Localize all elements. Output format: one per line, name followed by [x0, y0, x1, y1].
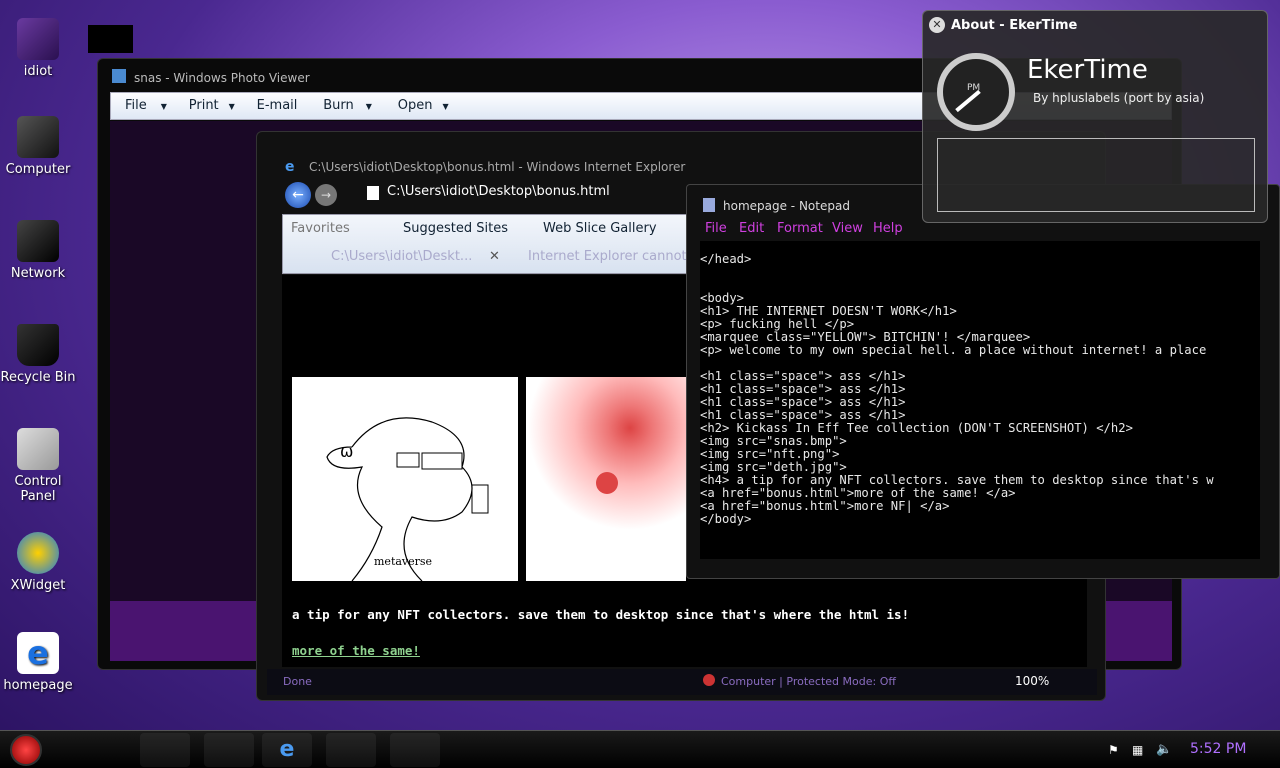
user-folder-icon: [17, 18, 59, 60]
desktop-icon-label: XWidget: [10, 578, 66, 593]
info-box: [937, 138, 1255, 212]
desktop-icon-label: Network: [10, 266, 66, 281]
notepad-icon: [703, 198, 715, 212]
tab-current[interactable]: C:\Users\idiot\Deskt...: [331, 249, 501, 264]
suggested-sites[interactable]: Suggested Sites: [403, 221, 508, 236]
notepad-line: <a href="bonus.html">more NF| </a>: [700, 499, 950, 513]
notepad-window: homepage - Notepad File Edit Format View…: [686, 184, 1280, 579]
network-icon: [17, 220, 59, 262]
desktop-icon-control-panel[interactable]: Control Panel: [0, 428, 76, 504]
menu-print[interactable]: Print: [189, 98, 219, 113]
menu-edit[interactable]: Edit: [739, 221, 764, 236]
network-tray-icon[interactable]: ▦: [1132, 743, 1143, 757]
clock-icon: PM: [937, 53, 1015, 131]
notepad-line: </body>: [700, 512, 752, 526]
address-bar[interactable]: C:\Users\idiot\Desktop\bonus.html: [387, 184, 610, 199]
desktop-icon-label: Computer: [5, 162, 71, 177]
volume-icon[interactable]: 🔈: [1156, 742, 1172, 757]
desktop-icon-computer[interactable]: Computer: [0, 116, 76, 177]
flag-icon[interactable]: ⚑: [1108, 743, 1119, 757]
ekertime-about-window: ✕ About - EkerTime PM EkerTime By hplusl…: [922, 10, 1268, 223]
menu-burn[interactable]: Burn: [323, 98, 354, 113]
page-text: a tip for any NFT collectors. save them …: [292, 607, 910, 622]
snas-image: ω metaverse: [292, 377, 518, 581]
window-title: About - EkerTime: [951, 18, 1078, 33]
status-text: Done: [283, 675, 312, 688]
desktop-icon-network[interactable]: Network: [0, 220, 76, 281]
desktop-icon-label: Control Panel: [14, 474, 62, 504]
app-name: EkerTime: [1027, 55, 1148, 85]
more-link[interactable]: more of the same!: [292, 643, 420, 658]
tab-close-icon[interactable]: ✕: [489, 249, 500, 264]
taskbar-xwidget-button[interactable]: [326, 733, 376, 767]
taskbar-clock[interactable]: 5:52 PM: [1190, 741, 1246, 757]
window-title: homepage - Notepad: [723, 199, 850, 213]
nft-image: [526, 377, 686, 581]
security-zone[interactable]: Computer | Protected Mode: Off: [721, 675, 896, 688]
svg-text:ω: ω: [340, 442, 353, 461]
notepad-line: <p> welcome to my own special hell. a pl…: [700, 343, 1207, 357]
desktop-icon-homepage[interactable]: e homepage: [0, 632, 76, 693]
desktop-black-icon[interactable]: [88, 25, 133, 53]
page-icon: [367, 186, 379, 200]
forward-button[interactable]: →: [315, 184, 337, 206]
computer-icon: [17, 116, 59, 158]
desktop-icon-label: Recycle Bin: [0, 370, 76, 385]
window-title: snas - Windows Photo Viewer: [134, 71, 310, 85]
taskbar-ie-button[interactable]: e: [262, 733, 312, 767]
taskbar-folder-button[interactable]: [140, 733, 190, 767]
favorites-button[interactable]: Favorites: [291, 221, 350, 236]
photo-viewer-icon: [112, 69, 126, 83]
web-slice-gallery[interactable]: Web Slice Gallery: [543, 221, 657, 236]
menu-email[interactable]: E-mail: [257, 98, 298, 113]
notepad-line: [700, 266, 1260, 279]
desktop-icon-recycle-bin[interactable]: Recycle Bin: [0, 324, 76, 385]
notepad-line: [700, 279, 1260, 292]
zoom-level[interactable]: 100%: [1015, 674, 1049, 688]
desktop-icon-label: idiot: [23, 64, 53, 79]
taskbar-notepad-button[interactable]: [390, 733, 440, 767]
menu-view[interactable]: View: [832, 221, 863, 236]
tab-second[interactable]: Internet Explorer cannot...: [528, 249, 688, 264]
favorites-bar: Favorites Suggested Sites Web Slice Gall…: [282, 214, 692, 274]
window-title: C:\Users\idiot\Desktop\bonus.html - Wind…: [309, 160, 686, 174]
xwidget-icon: [17, 532, 59, 574]
taskbar-photo-viewer-button[interactable]: [204, 733, 254, 767]
zone-icon: [703, 674, 715, 686]
taskbar: e ⚑ ▦ 🔈 5:52 PM: [0, 730, 1280, 768]
desktop-icon-xwidget[interactable]: XWidget: [0, 532, 76, 593]
close-icon[interactable]: ✕: [929, 17, 945, 33]
start-button[interactable]: [10, 734, 42, 766]
ie-status-bar: Done Computer | Protected Mode: Off 100%: [267, 669, 1097, 695]
ie-title-icon: e: [285, 159, 295, 175]
desktop-icon-label: homepage: [3, 678, 73, 693]
control-panel-icon: [17, 428, 59, 470]
menu-file[interactable]: File: [705, 221, 727, 236]
notepad-text-area[interactable]: </head> <body> <h1> THE INTERNET DOESN'T …: [700, 241, 1260, 559]
back-button[interactable]: ←: [285, 182, 311, 208]
notepad-line: </head>: [700, 252, 752, 266]
image-caption: metaverse: [374, 555, 433, 568]
menu-help[interactable]: Help: [873, 221, 903, 236]
menu-open[interactable]: Open: [398, 98, 433, 113]
menu-format[interactable]: Format: [777, 221, 823, 236]
ie-file-icon: e: [17, 632, 59, 674]
recycle-bin-icon: [17, 324, 59, 366]
menu-file[interactable]: File: [125, 98, 147, 113]
byline: By hpluslabels (port by asia): [1033, 91, 1205, 105]
desktop-icon-idiot[interactable]: idiot: [0, 18, 76, 79]
